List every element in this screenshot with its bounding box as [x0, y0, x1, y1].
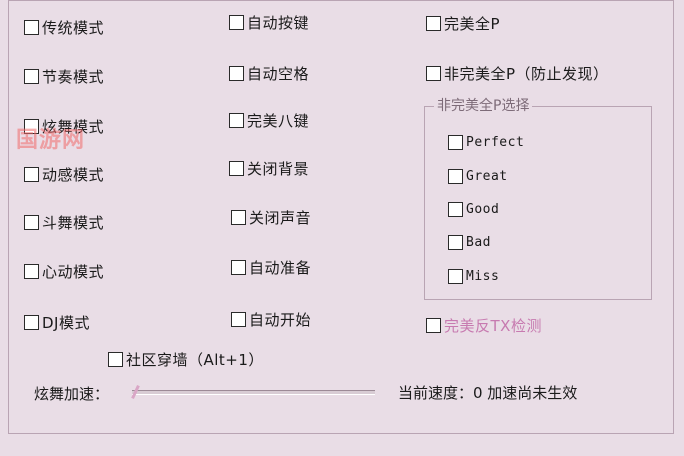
- checkbox-auto-ready[interactable]: 自动准备: [231, 257, 311, 278]
- checkbox-label: Miss: [466, 269, 500, 284]
- checkbox-perfect[interactable]: Perfect: [448, 135, 524, 150]
- checkbox-box[interactable]: [448, 135, 463, 150]
- checkbox-box[interactable]: [231, 210, 246, 225]
- checkbox-label: 关闭背景: [247, 160, 310, 178]
- checkbox-label: Good: [466, 202, 500, 217]
- checkbox-box[interactable]: [448, 202, 463, 217]
- group-title: 非完美全P选择: [434, 95, 533, 115]
- checkbox-box[interactable]: [24, 215, 39, 230]
- checkbox-box[interactable]: [229, 15, 244, 30]
- checkbox-label: 完美全P: [444, 15, 501, 33]
- checkbox-label: 完美反TX检测: [444, 317, 542, 335]
- checkbox-perfect-all-p[interactable]: 完美全P: [426, 13, 500, 34]
- checkbox-good[interactable]: Good: [448, 202, 499, 217]
- checkbox-dj-mode[interactable]: DJ模式: [24, 312, 90, 333]
- checkbox-box[interactable]: [108, 352, 123, 367]
- checkbox-box[interactable]: [426, 16, 441, 31]
- speed-label: 炫舞加速：: [34, 385, 110, 403]
- checkbox-box[interactable]: [448, 269, 463, 284]
- checkbox-imperfect-all-p[interactable]: 非完美全P（防止发现）: [426, 63, 609, 84]
- checkbox-label: 斗舞模式: [42, 214, 105, 232]
- checkbox-auto-start[interactable]: 自动开始: [231, 309, 311, 330]
- checkbox-label: 自动空格: [247, 65, 310, 83]
- checkbox-box[interactable]: [24, 167, 39, 182]
- checkbox-label: 完美八键: [247, 112, 310, 130]
- checkbox-box[interactable]: [24, 315, 39, 330]
- checkbox-box[interactable]: [426, 318, 441, 333]
- checkbox-disable-sound[interactable]: 关闭声音: [231, 207, 311, 228]
- checkbox-box[interactable]: [231, 312, 246, 327]
- checkbox-box[interactable]: [426, 66, 441, 81]
- checkbox-auto-keys[interactable]: 自动按键: [229, 12, 309, 33]
- checkbox-label: 关闭声音: [249, 209, 312, 227]
- checkbox-battle-mode[interactable]: 斗舞模式: [24, 212, 104, 233]
- watermark-logo: 国游网: [16, 128, 86, 153]
- checkbox-box[interactable]: [448, 169, 463, 184]
- checkbox-great[interactable]: Great: [448, 169, 508, 184]
- checkbox-box[interactable]: [229, 66, 244, 81]
- checkbox-box[interactable]: [229, 113, 244, 128]
- checkbox-perfect-eight-keys[interactable]: 完美八键: [229, 110, 309, 131]
- checkbox-disable-background[interactable]: 关闭背景: [229, 158, 309, 179]
- checkbox-box[interactable]: [229, 161, 244, 176]
- checkbox-dynamic-mode[interactable]: 动感模式: [24, 164, 104, 185]
- checkbox-heartbeat-mode[interactable]: 心动模式: [24, 261, 104, 282]
- checkbox-bad[interactable]: Bad: [448, 235, 491, 250]
- checkbox-auto-space[interactable]: 自动空格: [229, 63, 309, 84]
- checkbox-box[interactable]: [24, 69, 39, 84]
- checkbox-box[interactable]: [448, 235, 463, 250]
- checkbox-label: Perfect: [466, 135, 525, 150]
- checkbox-label: Bad: [466, 235, 491, 250]
- checkbox-label: DJ模式: [42, 314, 90, 332]
- checkbox-label: 动感模式: [42, 166, 105, 184]
- checkbox-label: 心动模式: [42, 263, 105, 281]
- checkbox-label: 社区穿墙（Alt+1）: [126, 351, 264, 369]
- checkbox-label: 传统模式: [42, 19, 105, 37]
- checkbox-label: Great: [466, 169, 508, 184]
- checkbox-label: 自动准备: [249, 259, 312, 277]
- checkbox-anti-tx-detection[interactable]: 完美反TX检测: [426, 315, 542, 336]
- speed-slider[interactable]: [131, 385, 375, 399]
- checkbox-label: 非完美全P（防止发现）: [444, 65, 609, 83]
- checkbox-label: 自动开始: [249, 311, 312, 329]
- checkbox-label: 节奏模式: [42, 68, 105, 86]
- checkbox-box[interactable]: [24, 20, 39, 35]
- checkbox-box[interactable]: [24, 264, 39, 279]
- checkbox-label: 自动按键: [247, 14, 310, 32]
- checkbox-miss[interactable]: Miss: [448, 269, 499, 284]
- speed-status: 当前速度：0 加速尚未生效: [398, 384, 578, 402]
- checkbox-community-wall[interactable]: 社区穿墙（Alt+1）: [108, 349, 264, 370]
- checkbox-box[interactable]: [231, 260, 246, 275]
- checkbox-rhythm-mode[interactable]: 节奏模式: [24, 66, 104, 87]
- checkbox-traditional-mode[interactable]: 传统模式: [24, 17, 104, 38]
